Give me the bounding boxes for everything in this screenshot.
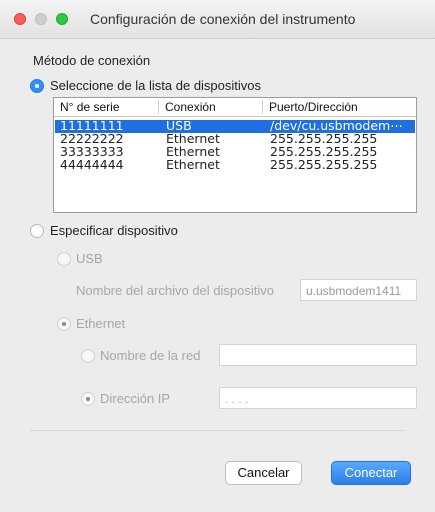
row-address: 255.255.255.255	[270, 157, 378, 172]
usb-radio[interactable]	[57, 252, 71, 266]
device-file-label: Nombre del archivo del dispositivo	[76, 283, 274, 298]
divider	[30, 430, 405, 431]
device-list-header: N° de serie Conexión Puerto/Dirección	[54, 98, 416, 117]
select-from-list-radio[interactable]	[30, 79, 44, 93]
device-list[interactable]: N° de serie Conexión Puerto/Dirección 11…	[53, 97, 417, 213]
row-serial: 44444444	[60, 157, 124, 172]
device-file-field[interactable]: u.usbmodem1411	[300, 279, 417, 301]
zoom-window-button[interactable]	[56, 13, 68, 25]
title-bar: Configuración de conexión del instrument…	[0, 0, 435, 39]
column-connection[interactable]: Conexión	[165, 100, 216, 114]
connection-method-label: Método de conexión	[33, 53, 151, 68]
close-window-button[interactable]	[14, 13, 26, 25]
minimize-window-button[interactable]	[35, 13, 47, 25]
column-serial[interactable]: N° de serie	[60, 100, 120, 114]
ethernet-label: Ethernet	[76, 316, 126, 331]
specify-device-label[interactable]: Especificar dispositivo	[50, 223, 178, 238]
usb-label: USB	[76, 251, 103, 266]
network-name-radio[interactable]	[81, 349, 95, 363]
ip-address-field[interactable]: . . . .	[219, 387, 417, 409]
ethernet-radio[interactable]	[57, 317, 71, 331]
window-title: Configuración de conexión del instrument…	[90, 11, 356, 27]
ip-address-label: Dirección IP	[100, 391, 171, 406]
column-divider[interactable]	[262, 100, 263, 114]
network-name-field[interactable]	[219, 344, 417, 366]
column-divider[interactable]	[158, 100, 159, 114]
device-row[interactable]: 44444444 Ethernet 255.255.255.255	[55, 157, 415, 172]
select-from-list-label[interactable]: Seleccione de la lista de dispositivos	[50, 78, 261, 93]
column-address[interactable]: Puerto/Dirección	[269, 100, 358, 114]
row-connection: Ethernet	[166, 157, 220, 172]
connect-button[interactable]: Conectar	[331, 461, 411, 485]
ip-address-radio[interactable]	[81, 392, 95, 406]
network-name-label: Nombre de la red	[100, 348, 201, 363]
specify-device-radio[interactable]	[30, 224, 44, 238]
cancel-button[interactable]: Cancelar	[225, 461, 302, 485]
